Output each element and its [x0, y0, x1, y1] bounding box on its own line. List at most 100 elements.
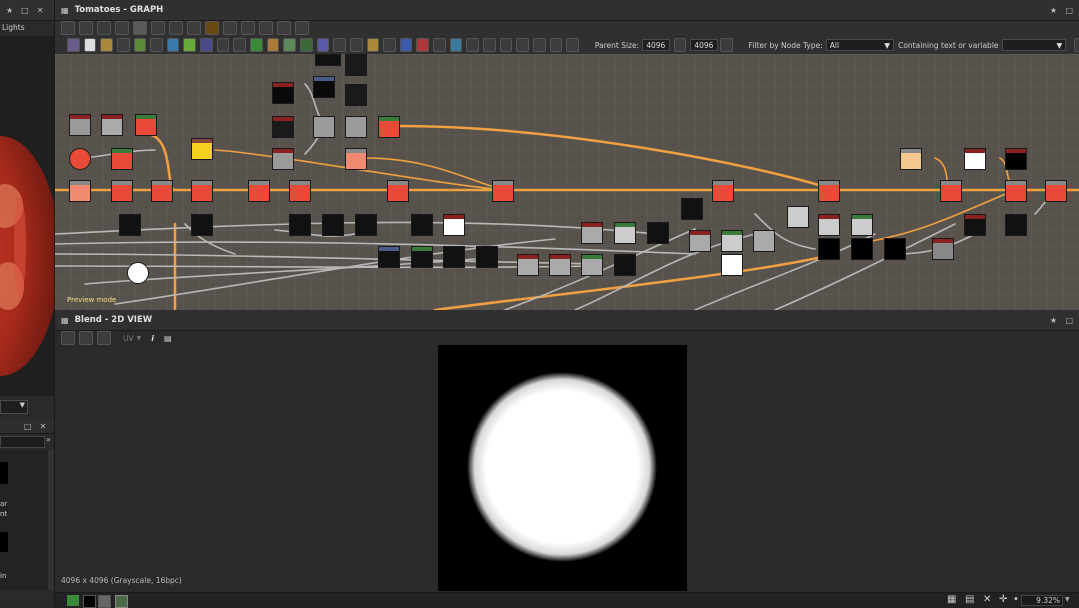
list-item-thumb[interactable]	[0, 462, 8, 484]
graph-node[interactable]	[818, 238, 840, 260]
graph-node[interactable]	[69, 114, 91, 136]
node-mask-icon[interactable]	[250, 38, 263, 52]
graph-node[interactable]	[313, 116, 335, 138]
graph-node[interactable]	[119, 214, 141, 236]
copy-icon[interactable]	[61, 331, 75, 345]
node-font-icon[interactable]	[383, 38, 396, 52]
node-transform-icon[interactable]	[399, 38, 413, 52]
graph-node[interactable]	[111, 148, 133, 170]
maximize-icon[interactable]: □	[21, 6, 29, 15]
image-canvas[interactable]	[438, 345, 687, 591]
channel-icon[interactable]	[115, 595, 128, 608]
gray-swatch[interactable]	[98, 595, 111, 608]
zoom-input[interactable]: 9.32%	[1021, 595, 1063, 606]
move-icon[interactable]	[79, 21, 93, 35]
graph-node[interactable]	[581, 254, 603, 276]
node-warp-icon[interactable]	[183, 38, 197, 52]
graph-node[interactable]	[964, 214, 986, 236]
graph-node[interactable]	[443, 246, 465, 268]
node-comment-icon[interactable]	[516, 38, 529, 52]
connect-icon[interactable]	[151, 21, 165, 35]
graph-node[interactable]	[492, 180, 514, 202]
graph-node[interactable]	[647, 222, 669, 244]
grid-snap-icon[interactable]	[295, 21, 309, 35]
graph-node[interactable]	[101, 114, 123, 136]
layers-icon[interactable]	[67, 595, 79, 606]
route-icon[interactable]	[223, 21, 237, 35]
node-sphere-icon[interactable]	[283, 38, 296, 52]
grid-icon[interactable]	[187, 21, 201, 35]
black-swatch[interactable]	[83, 595, 96, 608]
node-pin-icon[interactable]	[532, 38, 546, 52]
graph-node[interactable]	[614, 222, 636, 244]
search-input[interactable]	[0, 436, 45, 448]
pin-icon[interactable]: ★	[6, 6, 13, 15]
graph-node[interactable]	[689, 230, 711, 252]
graph-node[interactable]	[1005, 180, 1027, 202]
graph-node[interactable]	[581, 222, 603, 244]
graph-node[interactable]	[289, 214, 311, 236]
fit-icon[interactable]: ✕	[983, 594, 991, 605]
node-blend-icon[interactable]	[100, 38, 113, 52]
graph-node[interactable]	[378, 246, 400, 268]
graph-node[interactable]	[851, 238, 873, 260]
paste-icon[interactable]	[97, 331, 111, 345]
graph-node[interactable]	[191, 214, 213, 236]
uv-toggle[interactable]: UV	[123, 334, 134, 343]
graph-node[interactable]	[1045, 180, 1067, 202]
graph-node[interactable]	[443, 214, 465, 236]
node-uniform-icon[interactable]	[83, 38, 97, 52]
wrench-icon[interactable]	[259, 21, 273, 35]
chevron-down-icon[interactable]: ▼	[137, 335, 142, 342]
graph-node[interactable]	[69, 180, 91, 202]
graph-node[interactable]	[127, 262, 149, 284]
camera-icon[interactable]	[97, 21, 111, 35]
graph-node[interactable]	[69, 148, 91, 170]
graph-node[interactable]	[932, 238, 954, 260]
3d-viewport[interactable]	[0, 36, 54, 396]
graph-node[interactable]	[315, 54, 341, 66]
graph-node[interactable]	[476, 246, 498, 268]
filter-node-type-select[interactable]: All ▼	[825, 39, 895, 51]
graph-node[interactable]	[272, 148, 294, 170]
graph-node[interactable]	[378, 116, 400, 138]
graph-node[interactable]	[1005, 148, 1027, 170]
node-noise-icon[interactable]	[333, 38, 346, 52]
node-gradient-icon[interactable]	[166, 38, 180, 52]
node-export-icon[interactable]	[549, 38, 563, 52]
graph-node[interactable]	[712, 180, 734, 202]
node-height-icon[interactable]	[299, 38, 313, 52]
node-shuffle-icon[interactable]	[116, 38, 130, 52]
node-text-icon[interactable]	[349, 38, 363, 52]
graph-node[interactable]	[964, 148, 986, 170]
node-plus-icon[interactable]	[233, 38, 247, 52]
output-size-select[interactable]: 4096	[690, 39, 718, 51]
graph-node[interactable]	[322, 214, 344, 236]
graph-node[interactable]	[818, 214, 840, 236]
graph-node[interactable]	[345, 54, 367, 76]
info-icon[interactable]	[115, 21, 129, 35]
frame-icon[interactable]	[277, 21, 291, 35]
graph-node[interactable]	[900, 148, 922, 170]
graph-node[interactable]	[517, 254, 539, 276]
search-icon[interactable]	[133, 21, 147, 35]
graph-node[interactable]	[1005, 214, 1027, 236]
graph-node[interactable]	[111, 180, 133, 202]
graph-node[interactable]	[753, 230, 775, 252]
graph-node[interactable]	[549, 254, 571, 276]
scrollbar[interactable]	[48, 450, 53, 590]
node-input-icon[interactable]	[466, 38, 480, 52]
graph-node[interactable]	[721, 230, 743, 252]
node-pixel-icon[interactable]	[449, 38, 463, 52]
graph-node[interactable]	[272, 82, 294, 104]
graph-node[interactable]	[614, 254, 636, 276]
graph-node[interactable]	[721, 254, 743, 276]
node-arc-icon[interactable]	[200, 38, 213, 52]
histogram-icon[interactable]: ▤	[164, 334, 172, 343]
node-bitmap-icon[interactable]	[67, 38, 80, 52]
node-function-icon[interactable]	[433, 38, 446, 52]
graph-node[interactable]	[151, 180, 173, 202]
align-icon[interactable]	[169, 21, 183, 35]
graph-node[interactable]	[387, 180, 409, 202]
graph-node[interactable]	[313, 76, 335, 98]
